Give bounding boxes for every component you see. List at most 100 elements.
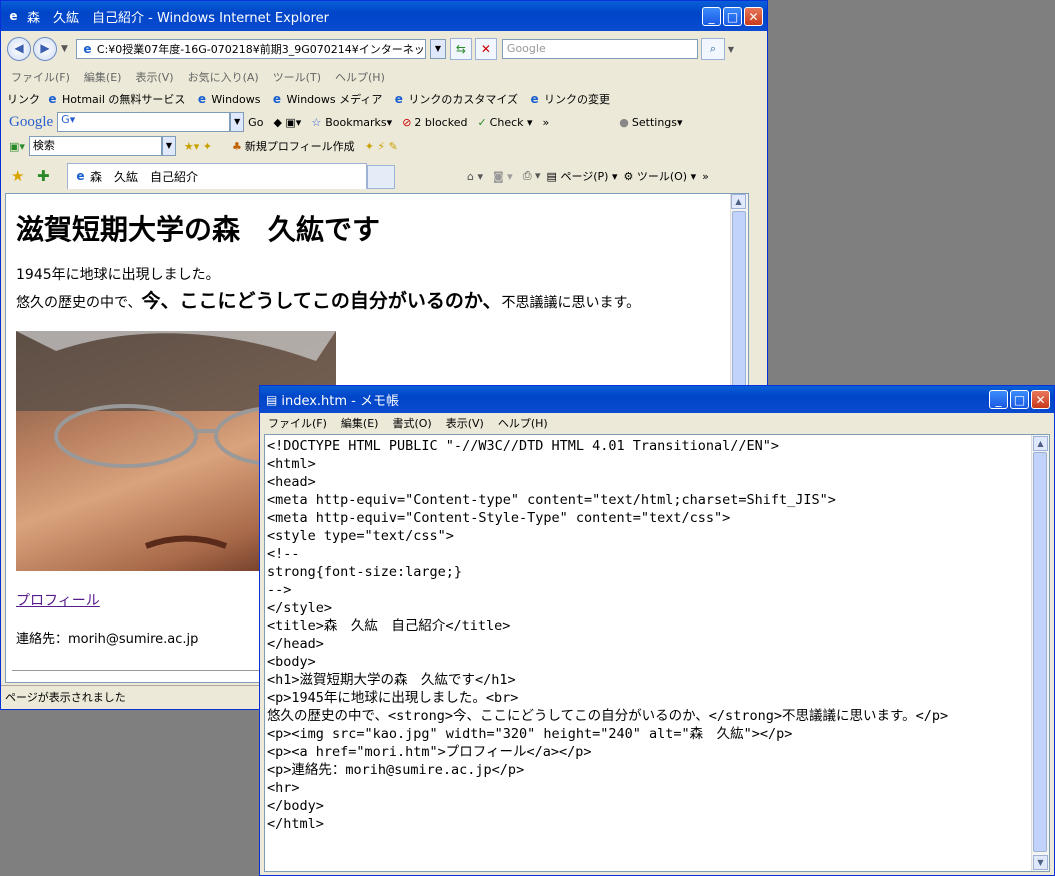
code-line: <p><a href="mori.htm">プロフィール</a></p>: [267, 744, 592, 760]
google-logo: Google: [9, 113, 54, 130]
code-line: <p>1945年に地球に出現しました。<br>: [267, 690, 519, 706]
code-line: <p>連絡先：morih@sumire.ac.jp</p>: [267, 762, 525, 778]
toolbar-tool-icons[interactable]: ★▾ ✦: [184, 140, 212, 153]
feeds-icon[interactable]: ◙ ▾: [493, 170, 513, 183]
scroll-up-arrow-icon[interactable]: ▲: [731, 194, 746, 209]
page-menu-button[interactable]: ▤ ページ(P) ▾: [547, 168, 618, 184]
notepad-titlebar[interactable]: ▤ index.htm - メモ帳 _ □ ✕: [260, 386, 1054, 413]
notepad-code: <!DOCTYPE HTML PUBLIC "-//W3C//DTD HTML …: [267, 437, 948, 833]
menu-help[interactable]: ヘルプ(H): [335, 69, 385, 85]
np-menu-help[interactable]: ヘルプ(H): [498, 415, 548, 431]
new-tab-button[interactable]: [367, 165, 395, 189]
link-customize[interactable]: e リンクのカスタマイズ: [392, 91, 518, 107]
code-line: <body>: [267, 654, 316, 670]
page-line2-after: 不思議議に思います。: [501, 295, 641, 311]
np-scroll-down-arrow-icon[interactable]: ▼: [1033, 855, 1048, 870]
address-dropdown-icon[interactable]: ▼: [429, 39, 446, 59]
code-line: </body>: [267, 798, 324, 814]
page-line2-before: 悠久の歴史の中で、: [16, 295, 142, 311]
ie-page-icon: e: [272, 91, 282, 106]
scroll-thumb[interactable]: [732, 211, 746, 391]
link-windows[interactable]: e Windows: [195, 91, 261, 106]
favorites-star-icon[interactable]: ★: [11, 167, 24, 185]
np-menu-view[interactable]: 表示(V): [446, 415, 484, 431]
bookmarks-button[interactable]: ☆ Bookmarks ▾: [311, 116, 392, 129]
google-go-button[interactable]: Go: [248, 116, 263, 129]
np-menu-file[interactable]: ファイル(F): [268, 415, 327, 431]
code-line: </head>: [267, 636, 324, 652]
google-dropdown-icon[interactable]: ▼: [230, 112, 245, 132]
spell-check-button[interactable]: ✓ Check ▾: [477, 116, 532, 129]
tab-page-icon: e: [76, 169, 85, 183]
np-maximize-button[interactable]: □: [1010, 390, 1029, 409]
link-hotmail[interactable]: e Hotmail の無料サービス: [46, 91, 185, 107]
tab-active[interactable]: e 森 久紘 自己紹介: [67, 163, 367, 189]
back-button[interactable]: ◀: [7, 37, 31, 61]
home-icon[interactable]: ⌂ ▾: [467, 170, 483, 183]
ie-page-icon: e: [394, 91, 403, 106]
tools-menu-button[interactable]: ⚙ ツール(O) ▾: [623, 168, 696, 184]
profile-link[interactable]: プロフィール: [16, 590, 100, 610]
page-icon-small: ▤: [546, 170, 557, 183]
np-vertical-scrollbar[interactable]: ▲ ▼: [1031, 435, 1049, 871]
star-icon: ☆: [311, 115, 322, 129]
google-tool-icons[interactable]: ◆ ▣▾: [273, 116, 301, 129]
google-settings-button[interactable]: ● Settings ▾: [619, 116, 682, 129]
toolbar-search-field[interactable]: 検索: [28, 136, 162, 156]
ie-titlebar[interactable]: e 森 久紘 自己紹介 - Windows Internet Explorer …: [1, 1, 767, 31]
new-profile-button[interactable]: ♣ 新規プロフィール作成: [232, 138, 355, 154]
code-line: <title>森 久紘 自己紹介</title>: [267, 618, 511, 634]
google-toolbar: Google G▾ ▼ Go ◆ ▣▾ ☆ Bookmarks ▾ ⊘ 2 block…: [1, 111, 767, 133]
menu-file[interactable]: ファイル(F): [11, 69, 70, 85]
minimize-button[interactable]: _: [702, 7, 721, 26]
ie-logo-icon: e: [9, 8, 18, 23]
notepad-text-area[interactable]: <!DOCTYPE HTML PUBLIC "-//W3C//DTD HTML …: [264, 434, 1050, 872]
np-close-button[interactable]: ✕: [1031, 390, 1050, 409]
refresh-button[interactable]: ⇆: [449, 38, 472, 60]
link-windows-media[interactable]: e Windows メディア: [271, 91, 382, 107]
search-options-icon[interactable]: ▼: [728, 45, 734, 54]
ie-page-icon: e: [197, 91, 206, 106]
page-icon: e: [83, 42, 92, 56]
address-field[interactable]: e C:¥0授業07年度-16G-070218¥前期3_9G070214¥インター…: [75, 39, 426, 59]
code-line: 悠久の歴史の中で、<strong>今、ここにどうしてこの自分がいるのか、</st…: [267, 708, 949, 724]
add-favorites-icon[interactable]: ✚: [37, 167, 50, 185]
google-more-button[interactable]: »: [543, 116, 550, 129]
code-line: <head>: [267, 474, 316, 490]
np-scroll-thumb[interactable]: [1033, 452, 1047, 852]
menu-edit[interactable]: 編集(E): [84, 69, 122, 85]
np-minimize-button[interactable]: _: [989, 390, 1008, 409]
menu-favorites[interactable]: お気に入り(A): [188, 69, 259, 85]
toolbar-logo-icon: ▣▾: [9, 139, 25, 153]
search-icon[interactable]: ⌕: [700, 38, 725, 60]
code-line: <meta http-equiv="Content-Style-Type" co…: [267, 510, 731, 526]
menu-view[interactable]: 表示(V): [135, 69, 173, 85]
np-menu-edit[interactable]: 編集(E): [341, 415, 379, 431]
ie-menu-bar: ファイル(F) 編集(E) 表示(V) お気に入り(A) ツール(T) ヘルプ(…: [1, 67, 767, 87]
close-button[interactable]: ✕: [744, 7, 763, 26]
code-line: <style type="text/css">: [267, 528, 454, 544]
maximize-button[interactable]: □: [723, 7, 742, 26]
command-bar: ⌂ ▾ ◙ ▾ ⎙ ▾ ▤ ページ(P) ▾ ⚙ ツール(O) ▾ »: [467, 165, 767, 187]
toolbar-search-dropdown-icon[interactable]: ▼: [161, 136, 176, 156]
forward-button[interactable]: ▶: [33, 37, 57, 61]
history-dropdown-icon[interactable]: ▼: [61, 44, 68, 54]
page-line1: 1945年に地球に出現しました。: [16, 267, 220, 283]
search-input[interactable]: Google: [501, 39, 698, 59]
toolbar-extra-icons[interactable]: ✦ ⚡ ✎: [365, 140, 398, 153]
code-line: <meta http-equiv="Content-type" content=…: [267, 492, 836, 508]
google-search-input[interactable]: G▾: [57, 112, 231, 132]
stop-button[interactable]: ✕: [474, 38, 497, 60]
np-scroll-up-arrow-icon[interactable]: ▲: [1033, 436, 1048, 451]
notepad-window: ▤ index.htm - メモ帳 _ □ ✕ ファイル(F) 編集(E) 書式…: [259, 385, 1055, 876]
popup-blocked-button[interactable]: ⊘ 2 blocked: [402, 116, 467, 129]
menu-tools[interactable]: ツール(T): [273, 69, 321, 85]
link-change[interactable]: e リンクの変更: [528, 91, 610, 107]
notepad-menu-bar: ファイル(F) 編集(E) 書式(O) 表示(V) ヘルプ(H): [260, 413, 1054, 433]
notepad-icon: ▤: [266, 392, 278, 407]
print-icon[interactable]: ⎙ ▾: [523, 169, 541, 183]
np-menu-format[interactable]: 書式(O): [392, 415, 431, 431]
code-line: </style>: [267, 600, 333, 616]
code-line: strong{font-size:large;}: [267, 564, 463, 580]
command-more-button[interactable]: »: [702, 170, 709, 183]
